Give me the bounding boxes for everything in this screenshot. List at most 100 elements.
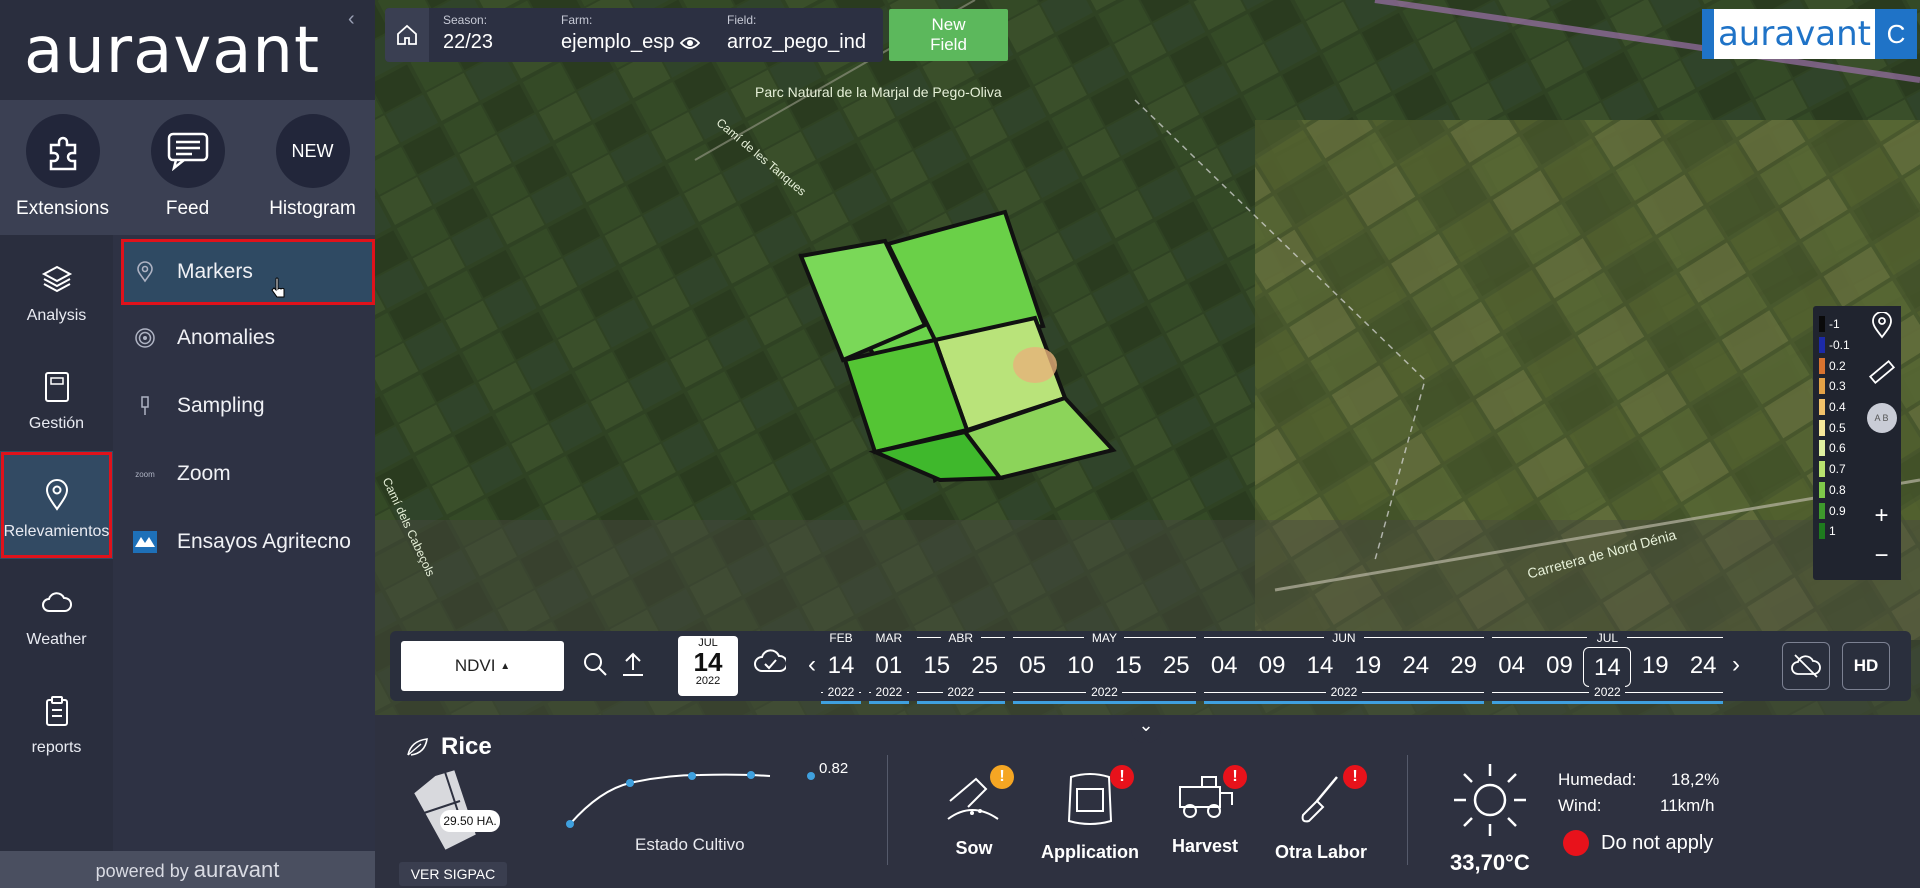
- timeline-day[interactable]: 01: [865, 652, 913, 680]
- timeline-day[interactable]: 25: [961, 652, 1009, 680]
- submenu-item-anomalies[interactable]: Anomalies: [121, 305, 375, 371]
- chevron-down-icon[interactable]: ⌄: [1131, 715, 1161, 743]
- notebook-icon: [37, 367, 77, 407]
- timeline-day[interactable]: 09: [1248, 652, 1296, 680]
- season-selector[interactable]: Season: 22/23: [443, 8, 523, 62]
- task-application[interactable]: ! Application: [1030, 765, 1150, 863]
- submenu-label: Ensayos Agritecno: [177, 530, 351, 553]
- cloud-filter-icon[interactable]: [754, 647, 788, 682]
- availability-bar: [916, 701, 1005, 704]
- legend-label: 0.9: [1829, 503, 1846, 518]
- rail-item-gestion[interactable]: Gestión: [0, 343, 113, 451]
- index-dropdown[interactable]: NDVI ▲: [401, 641, 564, 691]
- farm-value: ejemplo_esp: [561, 31, 721, 54]
- home-icon[interactable]: [385, 8, 429, 62]
- task-harvest[interactable]: ! Harvest: [1145, 765, 1265, 857]
- hd-button[interactable]: HD: [1842, 642, 1890, 690]
- legend-swatch: [1819, 337, 1825, 354]
- month-label: JUN: [1323, 631, 1364, 645]
- crop-state-curve: [566, 771, 815, 828]
- timeline-day[interactable]: 04: [1488, 652, 1536, 680]
- ver-sigpac-button[interactable]: VER SIGPAC: [399, 862, 507, 886]
- task-sow[interactable]: ! Sow: [914, 765, 1034, 859]
- rail-label: Weather: [26, 631, 87, 648]
- ndvi-latest-value: 0.82: [819, 760, 849, 777]
- timeline-day[interactable]: 15: [1104, 652, 1152, 680]
- month-label: JUL: [1587, 631, 1628, 645]
- agritecno-logo-icon: [133, 531, 157, 553]
- timeline-day[interactable]: 14: [817, 652, 865, 680]
- timeline-day[interactable]: 04: [1200, 652, 1248, 680]
- legend-row: -0.1: [1813, 335, 1865, 356]
- timeline-day[interactable]: 25: [1152, 652, 1200, 680]
- year-label: 2022: [823, 685, 859, 699]
- shovel-icon: [1301, 776, 1338, 823]
- timeline-day[interactable]: 19: [1631, 652, 1679, 680]
- legend-row: 0.8: [1813, 480, 1865, 501]
- cloud-off-icon[interactable]: [1782, 642, 1830, 690]
- histogram-button[interactable]: NEW Histogram: [250, 114, 375, 220]
- timeline-day[interactable]: 15: [913, 652, 961, 680]
- timeline-day[interactable]: 24: [1679, 652, 1727, 680]
- crop-state-label: Estado Cultivo: [635, 835, 745, 854]
- submenu-item-sampling[interactable]: Sampling: [121, 373, 375, 439]
- warning-badge: !: [1343, 765, 1367, 789]
- ruler-icon[interactable]: [1862, 352, 1901, 392]
- availability-bar: [1012, 701, 1197, 704]
- timeline-day[interactable]: 10: [1057, 652, 1105, 680]
- legend-row: 0.4: [1813, 397, 1865, 418]
- zoom-in-button[interactable]: +: [1862, 496, 1901, 536]
- rail-item-weather[interactable]: Weather: [0, 559, 113, 667]
- timeline-day[interactable]: 19: [1344, 652, 1392, 680]
- histogram-label: Histogram: [269, 198, 356, 219]
- rail-item-relevamientos[interactable]: Relevamientos: [0, 451, 113, 559]
- farm-label: Farm:: [561, 13, 593, 27]
- new-field-button[interactable]: New Field: [889, 9, 1008, 61]
- legend-label: -1: [1829, 317, 1840, 332]
- submenu-item-zoom[interactable]: zoom Zoom: [121, 441, 375, 507]
- legend-swatch: [1819, 461, 1825, 478]
- fertilizer-bag-icon: [1067, 773, 1113, 825]
- satellite-map[interactable]: Parc Natural de la Marjal de Pego-Oliva …: [375, 0, 1920, 715]
- timeline-day[interactable]: 05: [1009, 652, 1057, 680]
- marker-pin-icon[interactable]: [1862, 306, 1901, 346]
- upload-icon[interactable]: [620, 651, 646, 682]
- quick-actions: Extensions Feed NEW Histogram: [0, 100, 375, 235]
- ab-compare-icon[interactable]: A B: [1862, 398, 1901, 438]
- crop-title: Rice: [405, 733, 492, 761]
- zoom-out-button[interactable]: −: [1862, 536, 1901, 576]
- task-otra-labor[interactable]: ! Otra Labor: [1261, 765, 1381, 863]
- legend-swatch: [1819, 378, 1825, 395]
- rail-item-analysis[interactable]: Analysis: [0, 235, 113, 343]
- map-tools: A B + −: [1862, 306, 1901, 580]
- legend-swatch: [1819, 502, 1825, 519]
- rail-item-reports[interactable]: reports: [0, 667, 113, 775]
- rail-label: Relevamientos: [3, 523, 110, 540]
- chevron-left-icon[interactable]: ‹: [808, 651, 816, 679]
- feed-button[interactable]: Feed: [125, 114, 250, 220]
- submenu-label: Sampling: [177, 394, 265, 417]
- map-pin-icon: [133, 261, 157, 283]
- legend-row: 0.9: [1813, 500, 1865, 521]
- selected-date-badge[interactable]: JUL 14 2022: [678, 636, 738, 696]
- field-selector[interactable]: Field: arroz_pego_ind: [727, 8, 883, 62]
- probe-icon: [133, 395, 157, 417]
- timeline-day[interactable]: 29: [1440, 652, 1488, 680]
- year-label: 2022: [1325, 685, 1362, 699]
- submenu-item-markers[interactable]: Markers: [121, 239, 375, 305]
- warning-badge: !: [1223, 765, 1247, 789]
- chevron-right-icon[interactable]: ›: [1732, 651, 1740, 679]
- timeline-day[interactable]: 14: [1296, 652, 1344, 680]
- submenu-label: Markers: [177, 260, 253, 283]
- timeline-day[interactable]: 14: [1583, 647, 1632, 687]
- timeline-day[interactable]: 09: [1536, 652, 1584, 680]
- submenu-item-ensayos-agritecno[interactable]: Ensayos Agritecno: [121, 509, 375, 575]
- section-rail: Analysis Gestión Relevamientos Weather r…: [0, 235, 113, 851]
- chevron-left-icon[interactable]: ‹: [348, 8, 355, 31]
- timeline-day[interactable]: 24: [1392, 652, 1440, 680]
- farm-selector[interactable]: Farm: ejemplo_esp: [561, 8, 721, 62]
- extensions-button[interactable]: Extensions: [0, 114, 125, 220]
- layers-icon: [37, 259, 77, 299]
- month-label: FEB: [821, 631, 861, 645]
- search-icon[interactable]: [582, 651, 608, 682]
